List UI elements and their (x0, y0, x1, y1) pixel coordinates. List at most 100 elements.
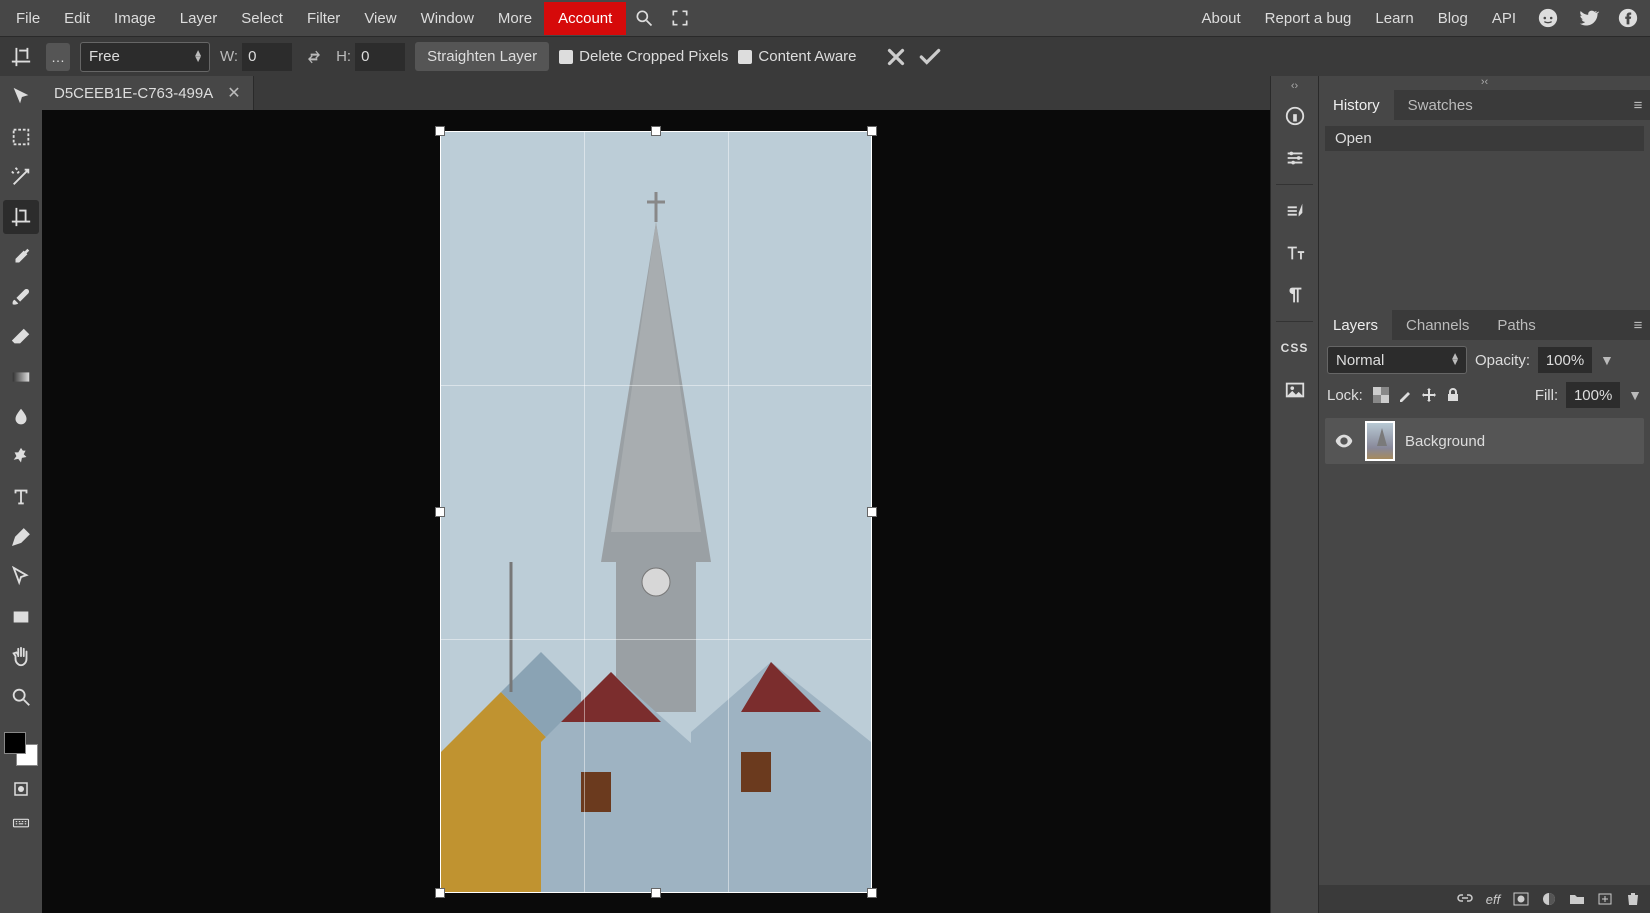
fill-value[interactable]: 100% (1566, 382, 1620, 408)
foreground-color[interactable] (4, 732, 26, 754)
menu-layer[interactable]: Layer (168, 2, 230, 35)
color-swatch[interactable] (4, 732, 38, 766)
menu-window[interactable]: Window (409, 2, 486, 35)
menu-about[interactable]: About (1191, 2, 1250, 35)
swap-wh-button[interactable] (302, 45, 326, 69)
crop-height-input[interactable] (355, 43, 405, 71)
tab-history[interactable]: History (1319, 90, 1394, 120)
layer-effects-icon[interactable]: eff (1484, 890, 1502, 908)
character-panel-icon[interactable] (1275, 233, 1315, 273)
adjustment-layer-icon[interactable] (1540, 890, 1558, 908)
lock-position-icon[interactable] (1419, 385, 1439, 405)
search-icon[interactable] (626, 0, 662, 36)
menu-learn[interactable]: Learn (1365, 2, 1423, 35)
zoom-tool[interactable] (3, 680, 39, 714)
history-item[interactable]: Open (1325, 126, 1644, 151)
menu-select[interactable]: Select (229, 2, 295, 35)
move-tool[interactable] (3, 80, 39, 114)
link-layers-icon[interactable] (1456, 890, 1474, 908)
delete-layer-icon[interactable] (1624, 890, 1642, 908)
layer-row[interactable]: Background (1325, 418, 1644, 464)
crop-handle-tr[interactable] (867, 126, 877, 136)
fill-dropdown-icon[interactable]: ▼ (1628, 387, 1642, 403)
canvas-viewport[interactable] (42, 110, 1270, 913)
menu-account[interactable]: Account (544, 2, 626, 35)
new-layer-icon[interactable] (1596, 890, 1614, 908)
fullscreen-icon[interactable] (662, 0, 698, 36)
panel-menu-icon[interactable]: ≡ (1626, 310, 1650, 340)
document-tab[interactable]: D5CEEB1E-C763-499A ✕ (42, 76, 254, 110)
menu-edit[interactable]: Edit (52, 2, 102, 35)
blend-mode-select[interactable]: Normal ▲▼ (1327, 346, 1467, 374)
path-select-tool[interactable] (3, 560, 39, 594)
history-panel: ›‹ History Swatches ≡ Open (1319, 76, 1650, 310)
close-tab-icon[interactable]: ✕ (227, 83, 240, 103)
eyedropper-tool[interactable] (3, 240, 39, 274)
new-group-icon[interactable] (1568, 890, 1586, 908)
css-panel-icon[interactable]: CSS (1275, 328, 1315, 368)
menu-api[interactable]: API (1482, 2, 1526, 35)
confirm-crop-icon[interactable] (917, 44, 943, 70)
layer-visibility-icon[interactable] (1333, 430, 1355, 452)
eraser-tool[interactable] (3, 320, 39, 354)
lock-transparency-icon[interactable] (1371, 385, 1391, 405)
hand-tool[interactable] (3, 640, 39, 674)
tab-swatches[interactable]: Swatches (1394, 90, 1487, 120)
brush-tool[interactable] (3, 280, 39, 314)
layer-thumbnail[interactable] (1365, 421, 1395, 461)
text-tool[interactable] (3, 480, 39, 514)
tab-channels[interactable]: Channels (1392, 310, 1483, 340)
quick-mask-toggle[interactable] (9, 778, 33, 800)
lock-pixels-icon[interactable] (1395, 385, 1415, 405)
reddit-icon[interactable] (1530, 0, 1566, 36)
crop-handle-bm[interactable] (651, 888, 661, 898)
panel-menu-icon[interactable]: ≡ (1626, 90, 1650, 120)
menu-report-bug[interactable]: Report a bug (1255, 2, 1362, 35)
crop-width-input[interactable] (242, 43, 292, 71)
crop-handle-tm[interactable] (651, 126, 661, 136)
menu-blog[interactable]: Blog (1428, 2, 1478, 35)
menu-more[interactable]: More (486, 2, 544, 35)
menu-view[interactable]: View (352, 2, 408, 35)
cancel-crop-icon[interactable] (883, 44, 909, 70)
crop-presets-button[interactable]: … (46, 43, 70, 71)
crop-handle-tl[interactable] (435, 126, 445, 136)
adjustments-panel-icon[interactable] (1275, 138, 1315, 178)
brush-panel-icon[interactable] (1275, 191, 1315, 231)
facebook-icon[interactable] (1610, 0, 1646, 36)
crop-handle-mr[interactable] (867, 507, 877, 517)
tab-layers[interactable]: Layers (1319, 310, 1392, 340)
panel-grip-icon[interactable]: ›‹ (1319, 76, 1650, 90)
paragraph-panel-icon[interactable] (1275, 275, 1315, 315)
crop-ratio-select[interactable]: Free ▲▼ (80, 42, 210, 72)
gradient-tool[interactable] (3, 360, 39, 394)
canvas[interactable] (441, 132, 871, 892)
delete-cropped-checkbox[interactable]: Delete Cropped Pixels (559, 48, 728, 65)
crop-handle-bl[interactable] (435, 888, 445, 898)
menu-file[interactable]: File (4, 2, 52, 35)
opacity-dropdown-icon[interactable]: ▼ (1600, 352, 1614, 368)
rect-select-tool[interactable] (3, 120, 39, 154)
shape-tool[interactable] (3, 600, 39, 634)
straighten-layer-button[interactable]: Straighten Layer (415, 42, 549, 71)
add-mask-icon[interactable] (1512, 890, 1530, 908)
tab-paths[interactable]: Paths (1483, 310, 1549, 340)
crop-tool[interactable] (3, 200, 39, 234)
menu-image[interactable]: Image (102, 2, 168, 35)
info-panel-icon[interactable] (1275, 96, 1315, 136)
magic-wand-tool[interactable] (3, 160, 39, 194)
crop-handle-ml[interactable] (435, 507, 445, 517)
content-aware-checkbox[interactable]: Content Aware (738, 48, 856, 65)
twitter-icon[interactable] (1570, 0, 1606, 36)
pen-tool[interactable] (3, 520, 39, 554)
lock-all-icon[interactable] (1443, 385, 1463, 405)
layer-name[interactable]: Background (1405, 433, 1485, 450)
strip-grip-icon[interactable]: ‹› (1271, 80, 1318, 94)
opacity-value[interactable]: 100% (1538, 347, 1592, 373)
clone-tool[interactable] (3, 440, 39, 474)
blur-tool[interactable] (3, 400, 39, 434)
menu-filter[interactable]: Filter (295, 2, 352, 35)
keyboard-icon[interactable] (9, 812, 33, 834)
crop-handle-br[interactable] (867, 888, 877, 898)
image-panel-icon[interactable] (1275, 370, 1315, 410)
